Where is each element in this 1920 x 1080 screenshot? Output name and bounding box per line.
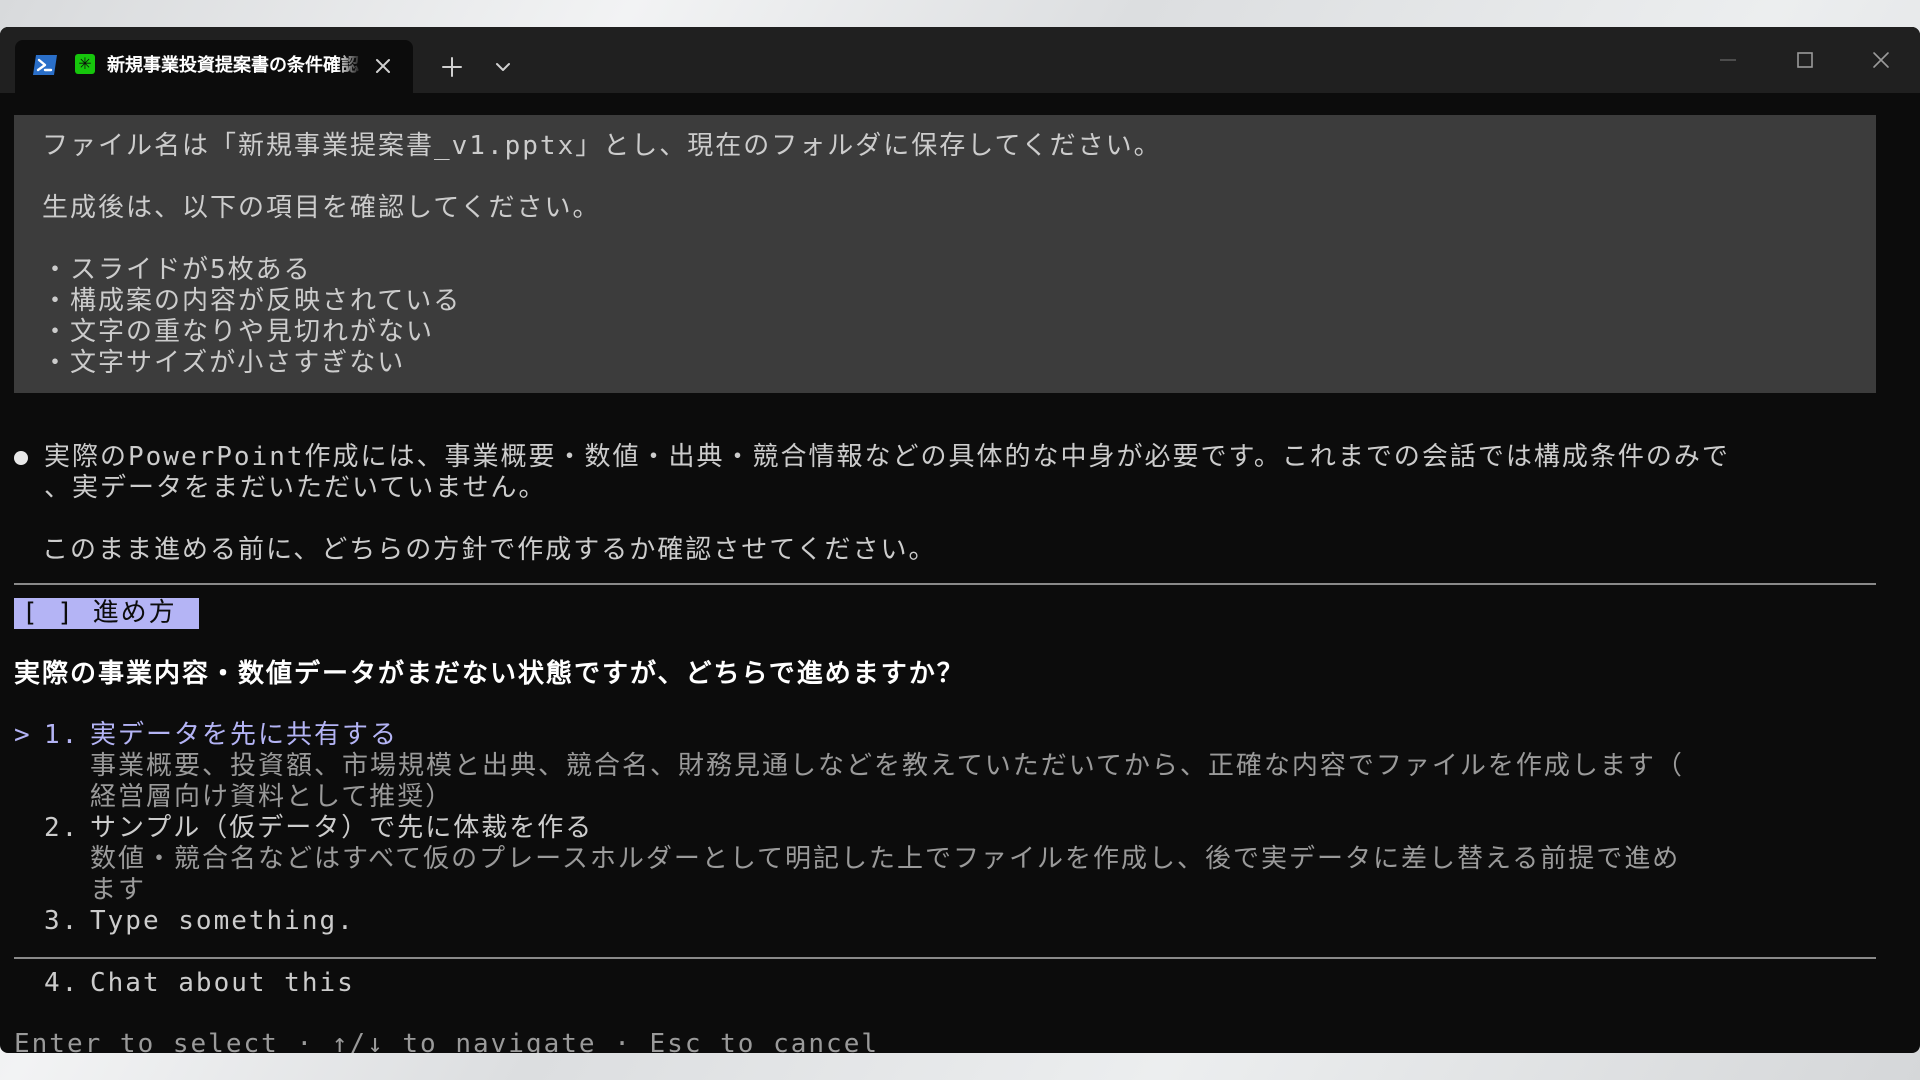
option-3-number[interactable]: 3. [44, 906, 79, 937]
prompt-check-item: ・スライドが5枚ある [42, 255, 312, 285]
chevron-down-icon[interactable] [488, 52, 518, 82]
keyboard-hints: Enter to select · ↑/↓ to navigate · Esc … [14, 1029, 880, 1053]
divider [14, 957, 1876, 959]
prompt-check-item: ・構成案の内容が反映されている [42, 286, 462, 316]
option-2-number[interactable]: 2. [44, 813, 79, 844]
selection-cursor: > [14, 720, 32, 750]
minimize-button[interactable] [1705, 45, 1751, 75]
prompt-check-item: ・文字サイズが小さすぎない [42, 348, 406, 378]
prompt-line-filename: ファイル名は「新規事業提案書_v1.pptx」とし、現在のフォルダに保存してくだ… [42, 131, 1162, 161]
option-1-number[interactable]: 1. [44, 720, 79, 751]
terminal-output[interactable]: ファイル名は「新規事業提案書_v1.pptx」とし、現在のフォルダに保存してくだ… [0, 93, 1920, 1053]
asterisk-icon: ✳ [75, 54, 95, 74]
question-title: 実際の事業内容・数値データがまだない状態ですが、どちらで進めますか？ [14, 659, 965, 689]
terminal-window: ✳ 新規事業投資提案書の条件確認 ファイル名は「新規事業提案書_v1.pptx」… [0, 27, 1920, 1053]
prompt-line-check-intro: 生成後は、以下の項目を確認してください。 [42, 193, 601, 223]
bullet-icon [14, 451, 28, 465]
option-2-description: ます [90, 875, 147, 905]
assistant-message-line: このまま進める前に、どちらの方針で作成するか確認させてください。 [42, 535, 937, 565]
option-2-label[interactable]: サンプル（仮データ）で先に体裁を作る [90, 813, 593, 844]
powershell-icon [33, 55, 57, 75]
divider [14, 583, 1876, 585]
maximize-button[interactable] [1782, 45, 1828, 75]
assistant-message-line: 実際のPowerPoint作成には、事業概要・数値・出典・競合情報などの具体的な… [44, 442, 1730, 472]
option-4-number[interactable]: 4. [44, 968, 79, 999]
prompt-check-item: ・文字の重なりや見切れがない [42, 317, 435, 347]
option-1-description: 事業概要、投資額、市場規模と出典、競合名、財務見通しなどを教えていただいてから、… [90, 751, 1684, 781]
option-1-description: 経営層向け資料として推奨） [90, 782, 454, 812]
option-4-label[interactable]: Chat about this [90, 968, 355, 999]
option-2-description: 数値・競合名などはすべて仮のプレースホルダーとして明記した上でファイルを作成し、… [90, 844, 1681, 874]
title-bar: ✳ 新規事業投資提案書の条件確認 [0, 27, 1920, 93]
question-header-chip: [ ] 進め方 [14, 598, 199, 629]
close-tab-icon[interactable] [369, 52, 397, 80]
tab-title: 新規事業投資提案書の条件確認 [107, 55, 359, 76]
new-tab-button[interactable] [437, 52, 467, 82]
assistant-message-line: 、実データをまだいただいていません。 [44, 473, 547, 503]
option-3-label[interactable]: Type something. [90, 906, 355, 937]
tab-active[interactable]: ✳ 新規事業投資提案書の条件確認 [15, 40, 413, 93]
close-window-button[interactable] [1858, 45, 1904, 75]
option-1-label[interactable]: 実データを先に共有する [90, 720, 398, 751]
